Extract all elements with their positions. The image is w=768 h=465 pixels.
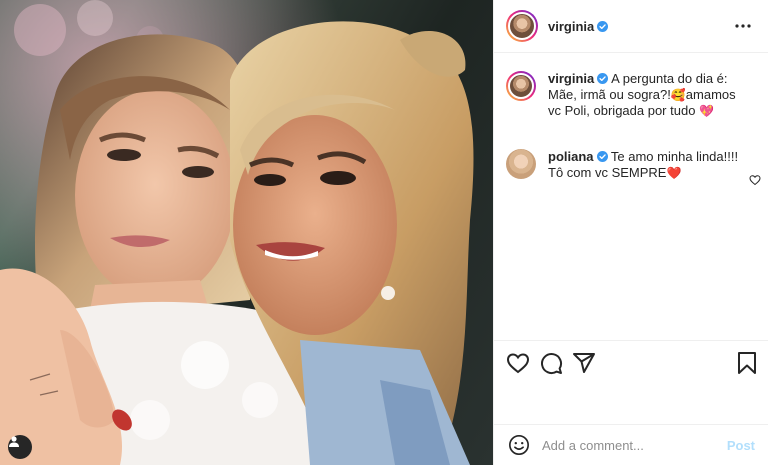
comment-item: poliana Te amo minha linda!!!! Tô com vc…: [506, 149, 761, 186]
comment-input[interactable]: [542, 437, 722, 453]
emoji-icon[interactable]: [508, 434, 530, 456]
comment-icon[interactable]: [539, 351, 563, 375]
smiling-hearts-emoji: 🥰: [670, 88, 686, 102]
caption-username[interactable]: virginia: [548, 71, 594, 86]
post-side-panel: virginia virginia A pergunta do dia é: M: [493, 0, 768, 465]
user-tag-button[interactable]: [8, 435, 32, 459]
author-username[interactable]: virginia: [548, 19, 594, 34]
comments-list: virginia A pergunta do dia é: Mãe, irmã …: [494, 53, 768, 340]
sparkling-heart-emoji: 💖: [699, 104, 715, 118]
more-options-icon: [735, 24, 751, 28]
verified-badge-icon: [597, 20, 609, 32]
caption-body: virginia A pergunta do dia é: Mãe, irmã …: [548, 71, 748, 119]
comment-like-heart-icon[interactable]: [749, 174, 761, 186]
commenter-avatar[interactable]: [506, 149, 536, 179]
photo-illustration: [0, 0, 493, 465]
post-comment-button[interactable]: Post: [727, 438, 755, 453]
comment-body: poliana Te amo minha linda!!!! Tô com vc…: [548, 149, 748, 181]
red-heart-emoji: ❤️: [666, 166, 682, 180]
verified-badge-icon: [596, 151, 608, 162]
post-header: virginia: [494, 0, 768, 53]
instagram-post: virginia virginia A pergunta do dia é: M: [0, 0, 768, 465]
caption-avatar[interactable]: [506, 71, 536, 101]
post-actions: [494, 340, 768, 424]
commenter-username[interactable]: poliana: [548, 149, 594, 164]
author-avatar[interactable]: [506, 10, 538, 42]
user-tag-icon: [9, 436, 19, 447]
verified-badge-icon: [597, 73, 609, 84]
post-photo[interactable]: [0, 0, 493, 465]
add-comment-bar: Post: [494, 424, 768, 465]
heart-icon[interactable]: [506, 351, 530, 375]
more-options-button[interactable]: [731, 14, 755, 38]
post-caption: virginia A pergunta do dia é: Mãe, irmã …: [506, 71, 757, 119]
share-icon[interactable]: [572, 351, 596, 375]
bookmark-icon[interactable]: [735, 351, 759, 375]
